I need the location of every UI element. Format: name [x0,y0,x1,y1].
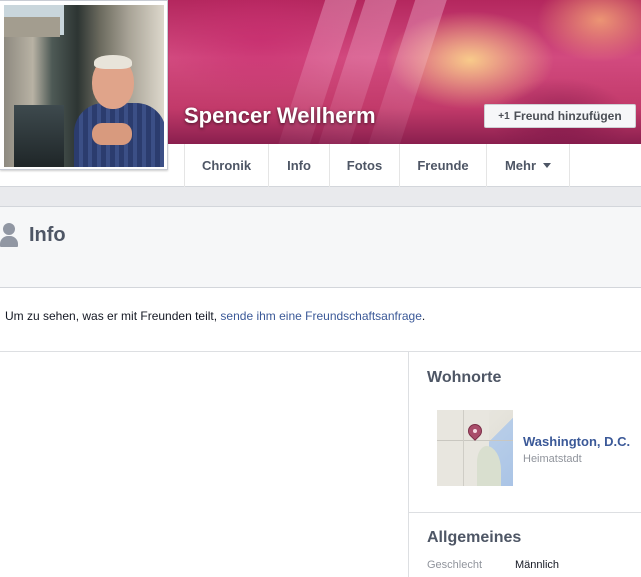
profile-name[interactable]: Spencer Wellherm [184,103,376,129]
person-icon [0,223,20,253]
tab-chronik[interactable]: Chronik [184,144,268,187]
left-column [0,352,408,577]
info-title: Info [29,224,66,246]
profile-picture-frame[interactable] [0,0,168,170]
tab-info[interactable]: Info [268,144,329,187]
tab-freunde[interactable]: Freunde [399,144,486,187]
plus-one-icon: +1 [498,110,510,122]
general-title: Allgemeines [427,529,522,546]
add-friend-button[interactable]: +1 Freund hinzufügen [484,104,636,128]
gender-label: Geschlecht [427,559,483,571]
tab-mehr[interactable]: Mehr [486,144,570,187]
map-thumbnail[interactable] [437,410,513,486]
gender-value: Männlich [515,559,560,571]
caret-down-icon [543,163,552,168]
place-type: Heimatstadt [523,453,582,465]
profile-picture[interactable] [4,5,164,167]
info-header: Info [0,206,641,288]
places-title: Wohnorte [427,369,502,386]
send-friend-request-link[interactable]: sende ihm eine Freundschaftsanfrage [220,309,421,323]
right-column: Wohnorte Washington, D.C. Heimatstadt Al… [408,352,641,577]
add-friend-label: Freund hinzufügen [513,109,622,123]
divider [409,512,641,513]
friend-request-notice: Um zu sehen, was er mit Freunden teilt, … [0,288,641,352]
tab-fotos[interactable]: Fotos [329,144,399,187]
place-name-link[interactable]: Washington, D.C. [523,434,630,449]
notice-text: Um zu sehen, was er mit Freunden teilt, … [5,309,426,323]
